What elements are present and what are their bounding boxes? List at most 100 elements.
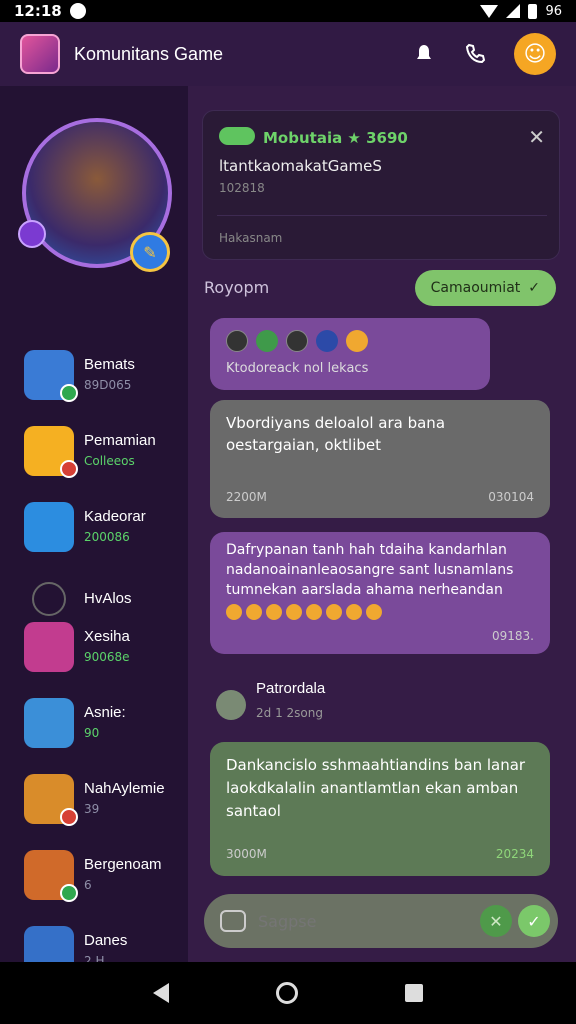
check-icon: ✓	[528, 280, 540, 296]
message-time: 3000M	[226, 847, 267, 861]
send-check-icon[interactable]: ✓	[518, 905, 550, 937]
status-bar: 12:18 96	[0, 0, 576, 22]
app-title: Komunitans Game	[74, 43, 224, 64]
emoji-icon	[286, 604, 302, 620]
contact-item[interactable]: Xesiha 90068e	[24, 622, 184, 682]
message-text: Dafrypanan tanh hah tdaiha kandarhlan na…	[226, 542, 514, 598]
message-bubble[interactable]: Vbordiyans deloalol ara bana oestargaian…	[210, 400, 550, 518]
profile-avatar-button[interactable]: ☺	[514, 33, 556, 75]
hero-edit-icon[interactable]: ✎	[130, 232, 170, 272]
contact-name: Danes	[84, 932, 128, 949]
contact-name: NahAylemie	[84, 780, 165, 797]
contact-name: Bergenoam	[84, 856, 162, 873]
notice-footer: Hakasnam	[219, 231, 283, 245]
contact-subtitle: 89D065	[84, 378, 132, 392]
wifi-icon	[480, 4, 499, 18]
contact-name: HvAlos	[84, 590, 132, 607]
reply-chip-label: Camaoumiat	[430, 280, 521, 296]
sender-avatar[interactable]	[216, 690, 246, 720]
message-time: 2200M	[226, 490, 267, 504]
avatar	[24, 502, 74, 552]
phone-icon[interactable]	[462, 40, 490, 68]
message-caption: Ktodoreack nol lekacs	[226, 361, 369, 376]
notice-meta: 102818	[219, 181, 265, 195]
contact-name: Xesiha	[84, 628, 130, 645]
emoji-icon	[266, 604, 282, 620]
signal-icon	[506, 4, 521, 18]
contact-item[interactable]: Pemamian Colleeos	[24, 426, 184, 486]
emoji-icon	[366, 604, 382, 620]
contact-item[interactable]: NahAylemie 39	[24, 774, 184, 834]
battery-level: 96	[545, 3, 562, 19]
message-time: 20234	[495, 847, 534, 861]
message-time: 09183.	[492, 629, 534, 643]
message-text: Dankancislo sshmaahtiandins ban lanar la…	[226, 756, 526, 820]
status-badge	[60, 808, 78, 826]
pinned-notice[interactable]: Mobutaia ★ 3690 ✕ ltantkaomakatGameS 102…	[202, 110, 560, 260]
divider	[217, 215, 547, 216]
emoji-icon	[226, 604, 242, 620]
avatar	[226, 330, 248, 352]
status-badge	[60, 884, 78, 902]
bell-icon[interactable]	[410, 40, 438, 68]
message-text: Vbordiyans deloalol ara bana oestargaian…	[226, 414, 446, 454]
reaction-row	[226, 330, 474, 352]
sender-meta: 2d 1 2song	[256, 706, 323, 720]
reply-chip[interactable]: Camaoumiat ✓	[414, 270, 556, 306]
cancel-icon[interactable]: ✕	[480, 905, 512, 937]
recents-icon[interactable]	[404, 984, 423, 1002]
message-bubble[interactable]: Dankancislo sshmaahtiandins ban lanar la…	[210, 742, 550, 876]
contact-subtitle: 6	[84, 878, 92, 892]
contact-name: Bemats	[84, 356, 135, 373]
avatar	[24, 622, 74, 672]
message-bubble[interactable]: Dafrypanan tanh hah tdaiha kandarhlan na…	[210, 532, 550, 654]
home-icon[interactable]	[275, 982, 298, 1004]
emoji-icon	[346, 604, 362, 620]
contact-subtitle: 90068e	[84, 650, 130, 664]
avatar	[256, 330, 278, 352]
contact-name: Kadeorar	[84, 508, 146, 525]
reply-label: Royopm	[204, 278, 270, 297]
avatar	[286, 330, 308, 352]
sidebar: ✎ Bemats 89D065 Pemamian Colleeos Kadeorar 20…	[0, 86, 188, 976]
emoji-icon	[346, 330, 368, 352]
emoji-icon	[326, 604, 342, 620]
emoji-icon	[306, 604, 322, 620]
contact-name: Pemamian	[84, 432, 156, 449]
app-logo	[20, 34, 60, 74]
contact-item[interactable]: Bergenoam 6	[24, 850, 184, 910]
contact-item[interactable]: Kadeorar 200086	[24, 502, 184, 562]
notice-tag	[219, 127, 255, 145]
notification-icon	[69, 3, 86, 19]
close-icon[interactable]: ✕	[528, 125, 545, 149]
contact-name: Asnie:	[84, 704, 126, 721]
avatar	[24, 698, 74, 748]
status-badge	[60, 460, 78, 478]
contact-subtitle: Colleeos	[84, 454, 135, 468]
contact-item[interactable]: Bemats 89D065	[24, 350, 184, 410]
status-time: 12:18	[14, 2, 62, 20]
top-bar: Komunitans Game ☺	[0, 22, 576, 86]
camera-icon[interactable]	[220, 910, 246, 932]
notice-title: Mobutaia ★ 3690	[263, 129, 408, 147]
sender-name: Patrordala	[256, 680, 326, 697]
system-nav-bar	[0, 962, 576, 1024]
emoji-row	[226, 604, 534, 620]
notice-text: ltantkaomakatGameS	[219, 157, 382, 175]
avatar	[316, 330, 338, 352]
contact-subtitle: 90	[84, 726, 100, 740]
message-input[interactable]	[258, 911, 458, 931]
contact-subtitle: 200086	[84, 530, 130, 544]
emoji-icon	[246, 604, 262, 620]
message-composer: ✕ ✓	[204, 894, 558, 948]
hero-badge-icon	[18, 220, 46, 248]
status-badge	[60, 384, 78, 402]
battery-icon	[528, 3, 538, 19]
contact-subtitle: 39	[84, 802, 100, 816]
contact-item[interactable]: Asnie: 90	[24, 698, 184, 758]
back-icon[interactable]	[153, 983, 170, 1003]
app-window: Komunitans Game ☺ ✎ Bemats 89D065 Pemamian…	[0, 22, 576, 976]
message-bubble[interactable]: Ktodoreack nol lekacs	[210, 318, 490, 390]
chat-panel: Mobutaia ★ 3690 ✕ ltantkaomakatGameS 102…	[188, 86, 576, 962]
message-time: 030104	[488, 490, 534, 504]
